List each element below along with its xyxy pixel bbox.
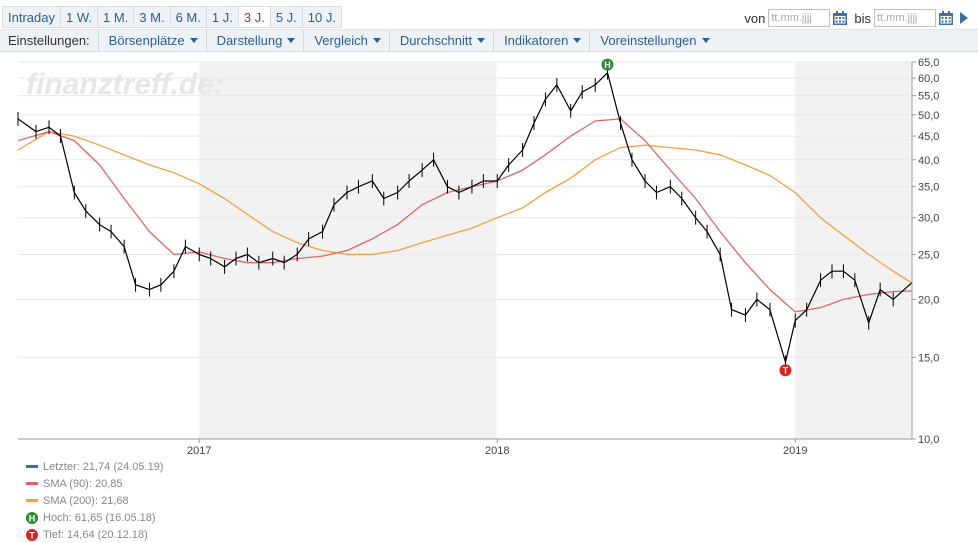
legend-item: T Tief: 14,64 (20.12.18): [26, 526, 163, 543]
from-date-input[interactable]: [768, 9, 831, 27]
menu-comparison[interactable]: Vergleich: [303, 29, 388, 52]
menu-average-label: Durchschnitt: [399, 32, 473, 48]
x-tick-label: 2017: [187, 445, 211, 457]
y-tick-label: 65,0: [918, 57, 939, 69]
year-shading: [199, 62, 912, 439]
calendar-icon[interactable]: [938, 10, 954, 26]
to-date-input[interactable]: [874, 9, 936, 27]
legend-text: Tief: 14,64 (20.12.18): [43, 528, 148, 541]
caret-down-icon: [701, 37, 710, 43]
menu-indicators[interactable]: Indikatoren: [493, 29, 589, 52]
legend-text: SMA (90): 20,85: [43, 477, 123, 490]
svg-text:T: T: [29, 530, 35, 540]
range-tab-1m[interactable]: 1 M.: [97, 6, 134, 28]
watermark: finanztreff.de:: [26, 68, 224, 101]
legend-item: H Hoch: 61,65 (16.05.18): [26, 509, 163, 526]
legend-swatch: [26, 482, 38, 485]
caret-down-icon: [287, 37, 296, 43]
x-tick-label: 2019: [783, 445, 807, 457]
legend-item: SMA (90): 20,85: [26, 475, 163, 492]
y-tick-label: 10,0: [918, 434, 939, 446]
from-label: von: [744, 10, 766, 26]
y-tick-label: 45,0: [918, 131, 939, 143]
legend-swatch: [26, 465, 38, 468]
x-tick-label: 2018: [485, 445, 509, 457]
year-shade-1: [795, 62, 912, 439]
y-tick-label: 35,0: [918, 182, 939, 194]
range-tab-10y[interactable]: 10 J.: [301, 6, 342, 28]
y-tick-label: 55,0: [918, 91, 939, 103]
range-tab-1y[interactable]: 1 J.: [205, 6, 238, 28]
range-tab-intraday[interactable]: Intraday: [2, 6, 60, 28]
legend-item: Letzter: 21,74 (24.05.19): [26, 458, 163, 475]
chevron-right-icon[interactable]: [958, 11, 970, 25]
range-tab-1w[interactable]: 1 W.: [59, 6, 97, 28]
range-tabs: Intraday 1 W. 1 M. 3 M. 6 M. 1 J. 3 J. 5…: [2, 6, 342, 28]
menu-exchanges[interactable]: Börsenplätze: [97, 29, 206, 52]
range-tab-3m[interactable]: 3 M.: [133, 6, 170, 28]
y-tick-label: 40,0: [918, 155, 939, 167]
range-tab-5y[interactable]: 5 J.: [269, 6, 302, 28]
low-marker[interactable]: T: [779, 364, 792, 377]
svg-text:H: H: [29, 513, 36, 523]
caret-down-icon: [372, 37, 381, 43]
menu-exchanges-label: Börsenplätze: [108, 32, 185, 48]
menu-presets-label: Voreinstellungen: [600, 32, 697, 48]
settings-label: Einstellungen:: [8, 33, 90, 48]
caret-down-icon: [573, 37, 582, 43]
settings-menubar: Einstellungen: Börsenplätze Darstellung …: [0, 29, 978, 52]
y-tick-label: 30,0: [918, 213, 939, 225]
high-badge-icon: H: [26, 511, 38, 524]
menu-display[interactable]: Darstellung: [205, 29, 304, 52]
y-tick-label: 25,0: [918, 249, 939, 261]
marker-letter: T: [783, 366, 789, 376]
marker-letter: H: [604, 60, 611, 70]
legend-item: SMA (200): 21,68: [26, 492, 163, 509]
low-badge-icon: T: [26, 528, 38, 541]
legend-swatch: [26, 499, 38, 502]
menu-comparison-label: Vergleich: [314, 32, 368, 48]
time-range-toolbar: Intraday 1 W. 1 M. 3 M. 6 M. 1 J. 3 J. 5…: [0, 0, 978, 30]
chart-legend: Letzter: 21,74 (24.05.19) SMA (90): 20,85…: [26, 458, 163, 543]
high-marker[interactable]: H: [601, 58, 614, 71]
legend-text: SMA (200): 21,68: [43, 494, 129, 507]
caret-down-icon: [189, 37, 198, 43]
menu-presets[interactable]: Voreinstellungen: [589, 29, 717, 52]
y-tick-label: 50,0: [918, 110, 939, 122]
caret-down-icon: [477, 37, 486, 43]
menu-display-label: Darstellung: [216, 32, 283, 48]
range-tab-6m[interactable]: 6 M.: [169, 6, 206, 28]
date-range-picker: von bis: [738, 8, 970, 28]
menu-average[interactable]: Durchschnitt: [388, 29, 493, 52]
stock-chart[interactable]: finanztreff.de: 10,0 15,0 20,0 25,0 30,0 35,0…: [0, 52, 978, 457]
to-label: bis: [854, 10, 871, 26]
y-tick-label: 60,0: [918, 73, 939, 85]
calendar-icon[interactable]: [832, 10, 848, 26]
legend-text: Hoch: 61,65 (16.05.18): [43, 511, 156, 524]
legend-text: Letzter: 21,74 (24.05.19): [43, 460, 164, 473]
y-tick-label: 15,0: [918, 352, 939, 364]
y-tick-label: 20,0: [918, 294, 939, 306]
range-tab-3y[interactable]: 3 J.: [237, 6, 270, 28]
menu-indicators-label: Indikatoren: [504, 32, 569, 48]
